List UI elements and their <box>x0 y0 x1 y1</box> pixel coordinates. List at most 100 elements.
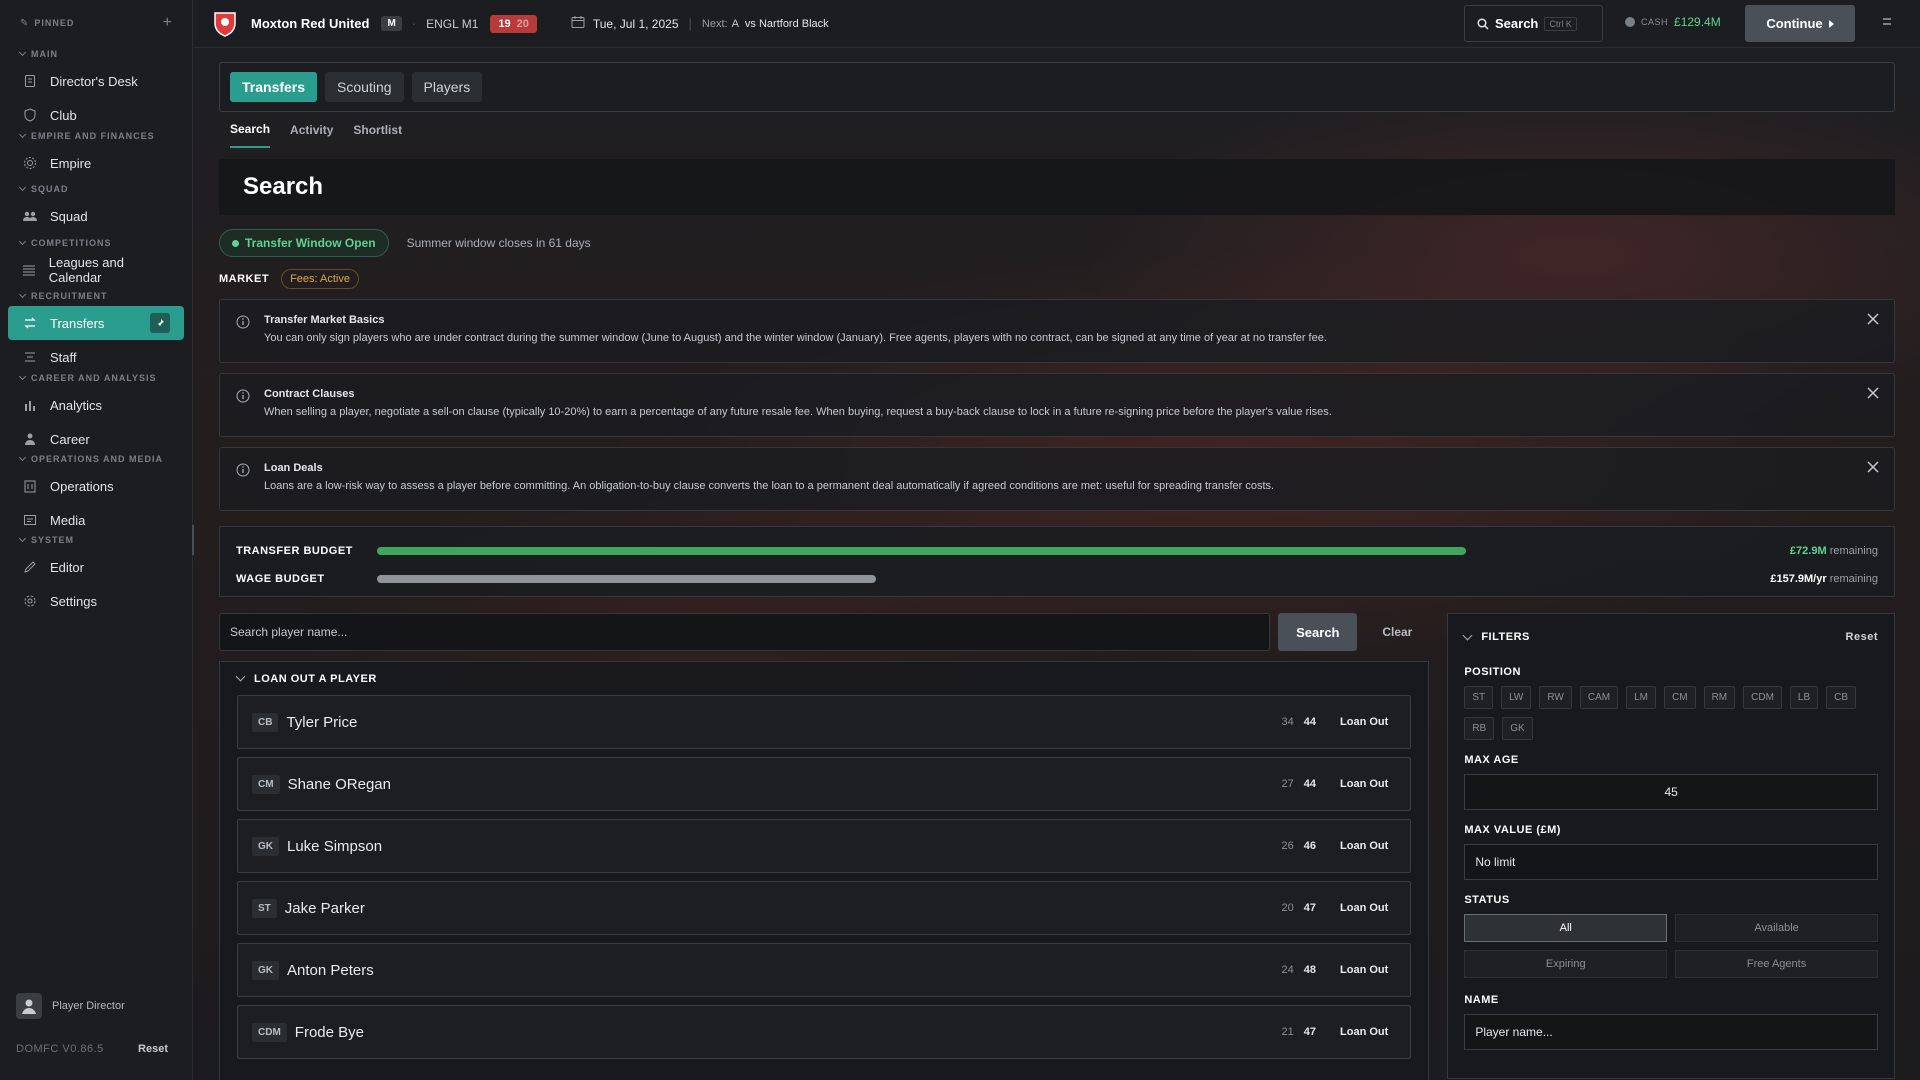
sidebar-section-header[interactable]: MAIN <box>0 45 192 63</box>
budget-amount: £157.9M/yr <box>1770 573 1827 585</box>
player-name: Anton Peters <box>287 961 374 979</box>
sidebar-section-header[interactable]: OPERATIONS AND MEDIA <box>0 450 192 468</box>
filters-reset-button[interactable]: Reset <box>1846 631 1878 643</box>
transfer-window-note: Summer window closes in 61 days <box>406 236 591 250</box>
position-chip-rb[interactable]: RB <box>1464 717 1495 740</box>
sidebar-item-editor[interactable]: Editor <box>0 550 192 584</box>
budget-label: TRANSFER BUDGET <box>236 545 353 557</box>
sidebar-section-header[interactable]: EMPIRE AND FINANCES <box>0 127 192 145</box>
position-chip-cam[interactable]: CAM <box>1579 686 1619 709</box>
player-search-row: Search player name... Search Clear <box>219 613 1429 651</box>
player-row[interactable]: CDM Frode Bye 21 47 Loan Out <box>237 1005 1412 1059</box>
tab-transfers[interactable]: Transfers <box>230 72 318 102</box>
sidebar-section-header[interactable]: SYSTEM <box>0 531 192 549</box>
sidebar-item-settings[interactable]: Settings <box>0 584 192 618</box>
player-search-input[interactable]: Search player name... <box>219 613 1271 651</box>
sidebar-item-director-s-desk[interactable]: Director's Desk <box>0 64 192 98</box>
player-row[interactable]: GK Luke Simpson 26 46 Loan Out <box>237 819 1412 873</box>
subtab-shortlist[interactable]: Shortlist <box>353 112 402 148</box>
subtab-activity[interactable]: Activity <box>290 112 333 148</box>
global-search-button[interactable]: Search Ctrl K <box>1464 5 1603 42</box>
sidebar-item-operations[interactable]: Operations <box>0 469 192 503</box>
tab-scouting[interactable]: Scouting <box>325 72 404 102</box>
status-available-button[interactable]: Available <box>1675 914 1878 942</box>
loan-out-header[interactable]: LOAN OUT A PLAYER <box>235 662 1411 695</box>
budget-suffix: remaining <box>1829 573 1878 585</box>
next-match-opponent[interactable]: vs Nartford Black <box>745 18 829 30</box>
club-name[interactable]: Moxton Red United <box>251 16 369 31</box>
loan-out-button[interactable]: Loan Out <box>1340 964 1388 976</box>
player-position-badge: ST <box>252 898 277 918</box>
separator-bar: | <box>688 16 692 31</box>
loan-out-button[interactable]: Loan Out <box>1340 840 1388 852</box>
sidebar-item-analytics[interactable]: Analytics <box>0 388 192 422</box>
max-value-label: MAX VALUE (£M) <box>1464 824 1561 836</box>
sidebar-item-transfers[interactable]: Transfers <box>8 306 184 340</box>
player-row[interactable]: ST Jake Parker 20 47 Loan Out <box>237 881 1412 935</box>
results-column: Search player name... Search Clear LOAN … <box>219 613 1430 1080</box>
loan-out-button[interactable]: Loan Out <box>1340 778 1388 790</box>
add-pin-icon[interactable]: + <box>163 14 172 32</box>
status-all-button[interactable]: All <box>1464 914 1668 942</box>
pin-icon[interactable] <box>150 313 170 333</box>
close-icon[interactable] <box>1866 460 1880 477</box>
loan-out-button[interactable]: Loan Out <box>1340 716 1388 728</box>
user-profile[interactable]: Player Director <box>16 993 125 1019</box>
max-age-input[interactable]: 45 <box>1464 774 1878 810</box>
chevron-down-icon <box>235 671 246 682</box>
close-icon[interactable] <box>1866 386 1880 403</box>
position-chip-st[interactable]: ST <box>1464 686 1494 709</box>
calendar-icon <box>571 15 585 32</box>
close-icon[interactable] <box>1866 312 1880 329</box>
club-crest-icon[interactable] <box>213 11 237 37</box>
loan-out-button[interactable]: Loan Out <box>1340 902 1388 914</box>
position-chip-cdm[interactable]: CDM <box>1743 686 1782 709</box>
max-value-input[interactable]: No limit <box>1464 844 1878 880</box>
name-filter-input[interactable]: Player name... <box>1464 1014 1878 1050</box>
status-free-agents-button[interactable]: Free Agents <box>1675 950 1878 978</box>
player-row[interactable]: GK Anton Peters 24 48 Loan Out <box>237 943 1412 997</box>
position-chip-cm[interactable]: CM <box>1664 686 1696 709</box>
pinned-header: ✎ PINNED + <box>0 0 192 46</box>
people-icon <box>22 208 38 224</box>
clear-search-button[interactable]: Clear <box>1365 625 1429 639</box>
sidebar-item-leagues-and-calendar[interactable]: Leagues and Calendar <box>0 253 192 287</box>
global-search-label: Search <box>1495 16 1539 31</box>
position-chip-lw[interactable]: LW <box>1501 686 1532 709</box>
filters-header[interactable]: FILTERS Reset <box>1462 614 1878 660</box>
position-chip-rm[interactable]: RM <box>1703 686 1736 709</box>
sidebar-section-header[interactable]: CAREER AND ANALYSIS <box>0 369 192 387</box>
sidebar-item-squad[interactable]: Squad <box>0 199 192 233</box>
bar-chart-icon <box>22 397 38 413</box>
status-expiring-button[interactable]: Expiring <box>1464 950 1668 978</box>
sidebar-section-header[interactable]: RECRUITMENT <box>0 287 192 305</box>
top-bar: Moxton Red United M · ENGL M1 19 20 Tue,… <box>193 0 1920 48</box>
info-boxes: Transfer Market Basics You can only sign… <box>219 299 1895 511</box>
league-name[interactable]: ENGL M1 <box>426 17 478 31</box>
sidebar-section-header[interactable]: COMPETITIONS <box>0 234 192 252</box>
sidebar-section-header[interactable]: SQUAD <box>0 180 192 198</box>
player-search-button[interactable]: Search <box>1278 613 1358 651</box>
menu-icon[interactable] <box>1883 18 1891 25</box>
cash-value: £129.4M <box>1674 15 1721 29</box>
position-chip-cb[interactable]: CB <box>1826 686 1857 709</box>
player-row[interactable]: CM Shane ORegan 27 44 Loan Out <box>237 757 1412 811</box>
position-chip-rw[interactable]: RW <box>1539 686 1572 709</box>
sidebar-item-empire[interactable]: Empire <box>0 146 192 180</box>
league-position-badge[interactable]: 19 20 <box>490 14 537 33</box>
player-age: 34 <box>1281 716 1294 728</box>
player-row[interactable]: CB Tyler Price 34 44 Loan Out <box>237 695 1412 749</box>
swap-icon <box>22 315 38 331</box>
player-rating: 46 <box>1303 840 1317 852</box>
continue-button[interactable]: Continue <box>1745 5 1855 42</box>
section-chevron-down-icon <box>18 183 27 192</box>
position-chip-lm[interactable]: LM <box>1626 686 1656 709</box>
tab-players[interactable]: Players <box>411 72 483 102</box>
sidebar-scrollbar[interactable] <box>192 525 194 555</box>
subtab-search[interactable]: Search <box>230 112 271 148</box>
loan-out-button[interactable]: Loan Out <box>1340 1026 1388 1038</box>
sidebar-reset-button[interactable]: Reset <box>138 1043 168 1055</box>
position-chip-lb[interactable]: LB <box>1789 686 1819 709</box>
filters-title: FILTERS <box>1481 631 1530 643</box>
position-chip-gk[interactable]: GK <box>1502 717 1533 740</box>
